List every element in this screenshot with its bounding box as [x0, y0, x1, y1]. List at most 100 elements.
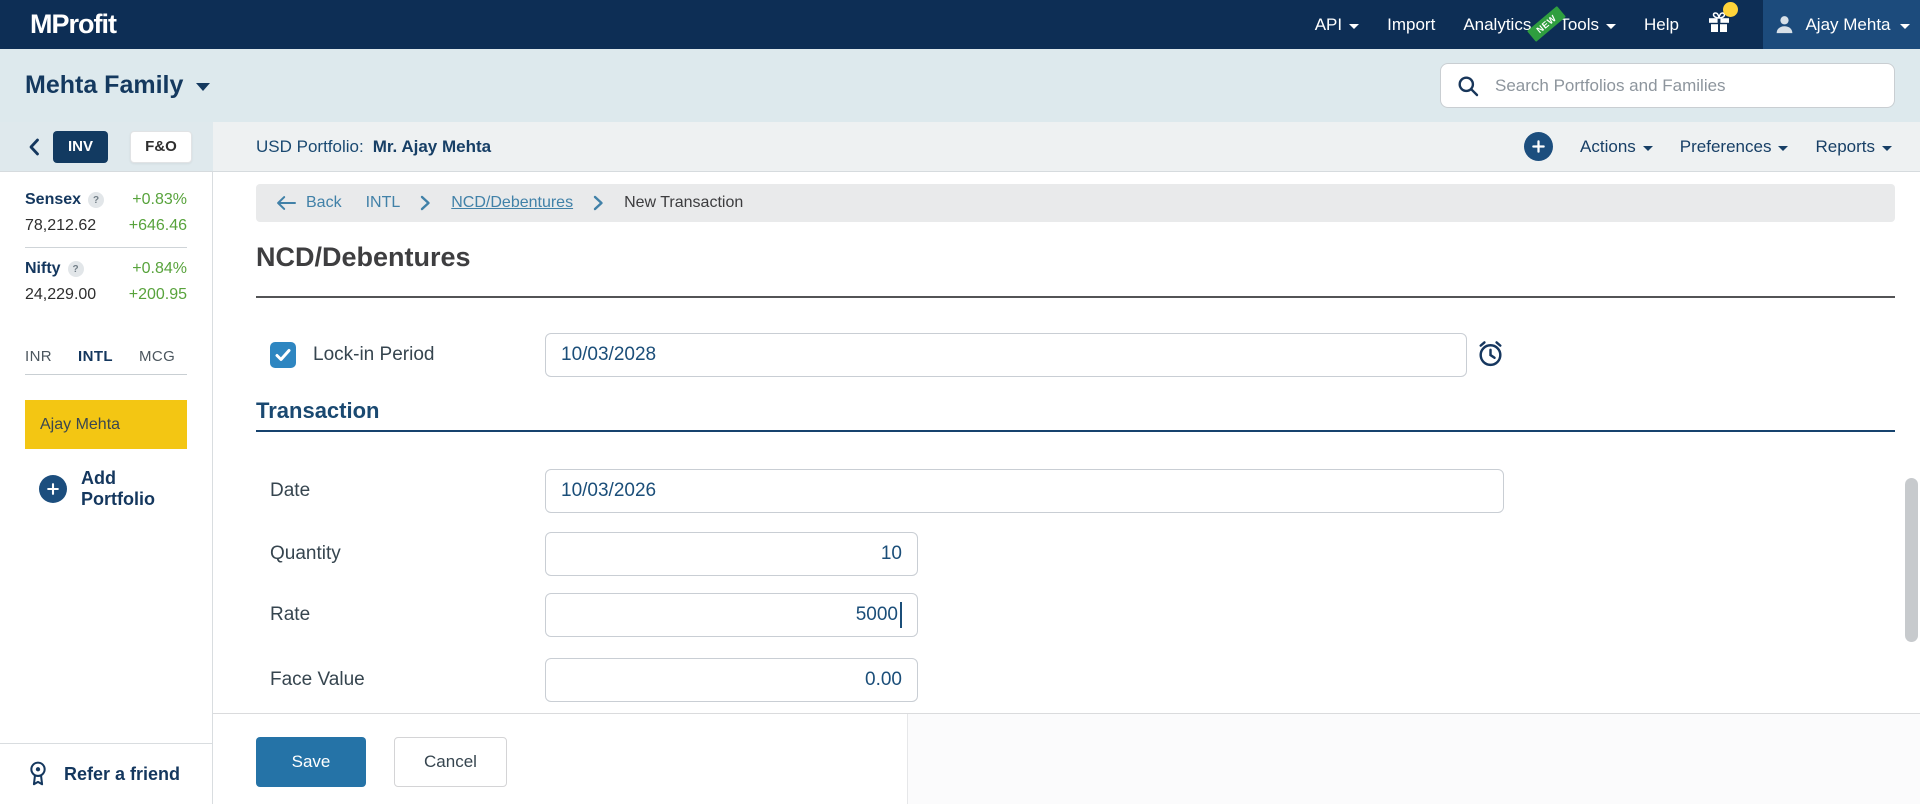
collapse-sidebar-button[interactable] — [28, 138, 40, 156]
help-icon[interactable]: ? — [88, 192, 105, 208]
divider — [25, 374, 187, 375]
lock-in-period-row: Lock-in Period — [270, 333, 434, 377]
divider — [256, 296, 1895, 298]
portfolio-type-label: USD Portfolio: — [256, 136, 364, 156]
nav-tools-label: Tools — [1559, 14, 1600, 34]
check-icon — [275, 349, 291, 361]
chevron-down-icon — [1899, 23, 1910, 29]
main-content: Back INTL NCD/Debentures New Transaction… — [213, 172, 1920, 804]
lock-in-date-picker-button[interactable] — [1475, 338, 1506, 369]
portfolio-toolbar: INV F&O USD Portfolio: Mr. Ajay Mehta Ac… — [0, 122, 1920, 172]
sidebar-item-ajay-mehta[interactable]: Ajay Mehta — [25, 400, 187, 449]
preferences-menu[interactable]: Preferences — [1680, 137, 1789, 157]
medal-icon — [30, 761, 46, 786]
user-name: Ajay Mehta — [1805, 14, 1891, 34]
tab-mcg[interactable]: MCG — [139, 348, 175, 365]
tab-inv[interactable]: INV — [53, 130, 108, 163]
chevron-down-icon — [1882, 145, 1892, 151]
breadcrumb-intl[interactable]: INTL — [366, 194, 401, 212]
index-sensex-row: Sensex ? +0.83% — [25, 191, 187, 209]
nav-help[interactable]: Help — [1644, 15, 1679, 35]
index-nifty-values: 24,229.00 +200.95 — [25, 286, 187, 304]
chevron-down-icon — [1606, 23, 1617, 29]
user-menu[interactable]: Ajay Mehta — [1763, 0, 1920, 49]
nav-help-label: Help — [1644, 14, 1679, 34]
reports-label: Reports — [1815, 136, 1875, 156]
actions-label: Actions — [1580, 136, 1636, 156]
mprofit-logo[interactable]: MProfit — [30, 9, 117, 40]
nav-api[interactable]: API — [1314, 14, 1360, 35]
quantity-input[interactable] — [545, 532, 918, 576]
face-value-label: Face Value — [270, 669, 365, 690]
nav-import[interactable]: Import — [1387, 15, 1435, 35]
date-label: Date — [270, 480, 311, 501]
breadcrumb: Back INTL NCD/Debentures New Transaction — [256, 184, 1895, 222]
family-bar: Mehta Family — [0, 49, 1920, 122]
sidebar: Sensex ? +0.83% 78,212.62 +646.46 Nifty … — [0, 172, 213, 804]
sidebar-toolbar: INV F&O — [0, 122, 213, 171]
back-label: Back — [306, 194, 342, 211]
rate-input[interactable]: 5000 — [545, 593, 918, 637]
refer-a-friend-button[interactable]: Refer a friend — [0, 743, 212, 804]
tab-fo[interactable]: F&O — [130, 130, 192, 163]
divider — [25, 247, 187, 248]
section-title: Transaction — [256, 398, 380, 423]
family-name: Mehta Family — [25, 71, 184, 99]
tab-inr[interactable]: INR — [25, 348, 52, 365]
user-avatar-icon — [1777, 16, 1793, 34]
chevron-right-icon — [420, 195, 431, 211]
chevron-down-icon — [196, 83, 211, 91]
chevron-down-icon — [1349, 23, 1360, 29]
global-search[interactable] — [1440, 63, 1895, 108]
arrow-left-icon — [277, 196, 296, 210]
portfolio-owner-name: Mr. Ajay Mehta — [372, 136, 492, 156]
lock-in-checkbox[interactable] — [270, 342, 296, 368]
nav-analytics-label: Analytics — [1463, 14, 1532, 34]
index-sensex-values: 78,212.62 +646.46 — [25, 217, 187, 235]
rate-label: Rate — [270, 604, 311, 625]
divider — [256, 430, 1895, 432]
search-input[interactable] — [1493, 74, 1879, 97]
face-value-input[interactable] — [545, 658, 918, 702]
rewards-gift-button[interactable] — [1707, 2, 1738, 39]
save-button[interactable]: Save — [256, 737, 366, 787]
portfolio-header: USD Portfolio: Mr. Ajay Mehta Actions Pr… — [213, 122, 1920, 171]
sensex-change-pct: +0.83% — [132, 191, 187, 208]
nav-analytics[interactable]: Analytics NEW — [1463, 5, 1566, 42]
nav-tools[interactable]: Tools — [1559, 14, 1617, 35]
help-icon[interactable]: ? — [67, 261, 84, 277]
chevron-right-icon — [593, 195, 604, 211]
cancel-button[interactable]: Cancel — [394, 737, 507, 787]
add-portfolio-label: Add Portfolio — [81, 468, 155, 509]
clock-icon — [1479, 341, 1502, 367]
add-transaction-button[interactable] — [1524, 132, 1554, 161]
nav-api-label: API — [1314, 14, 1343, 34]
add-portfolio-button[interactable]: Add Portfolio — [39, 468, 187, 510]
plus-icon — [39, 475, 67, 503]
quantity-label: Quantity — [270, 543, 341, 564]
breadcrumb-current: New Transaction — [624, 194, 744, 211]
currency-tabs: INR INTL MCG — [25, 348, 187, 365]
form-footer: Save Cancel — [213, 713, 1920, 804]
index-sensex-name: Sensex ? — [25, 191, 105, 209]
family-selector[interactable]: Mehta Family — [25, 71, 211, 100]
portfolio-actions: Actions Preferences Reports — [1524, 132, 1892, 161]
actions-menu[interactable]: Actions — [1580, 137, 1653, 157]
breadcrumb-ncd-debentures[interactable]: NCD/Debentures — [451, 194, 573, 212]
page-title: NCD/Debentures — [256, 242, 471, 272]
sensex-value: 78,212.62 — [25, 217, 97, 234]
top-nav-menu: API Import Analytics NEW Tools Help Ajay… — [1315, 0, 1920, 49]
date-input[interactable] — [545, 469, 1504, 513]
tab-intl[interactable]: INTL — [78, 348, 113, 365]
nifty-change-pct: +0.84% — [132, 260, 187, 277]
vertical-scrollbar[interactable] — [1905, 478, 1918, 642]
back-button[interactable]: Back — [275, 194, 342, 212]
lock-in-date-input[interactable] — [545, 333, 1467, 377]
mprofit-app: MProfit API Import Analytics NEW Tools H… — [0, 0, 1920, 804]
chevron-down-icon — [1778, 145, 1789, 151]
nav-import-label: Import — [1387, 14, 1436, 34]
rate-value: 5000 — [855, 604, 898, 625]
nifty-label: Nifty — [25, 260, 61, 277]
reports-menu[interactable]: Reports — [1815, 137, 1892, 157]
index-nifty-name: Nifty ? — [25, 260, 84, 278]
